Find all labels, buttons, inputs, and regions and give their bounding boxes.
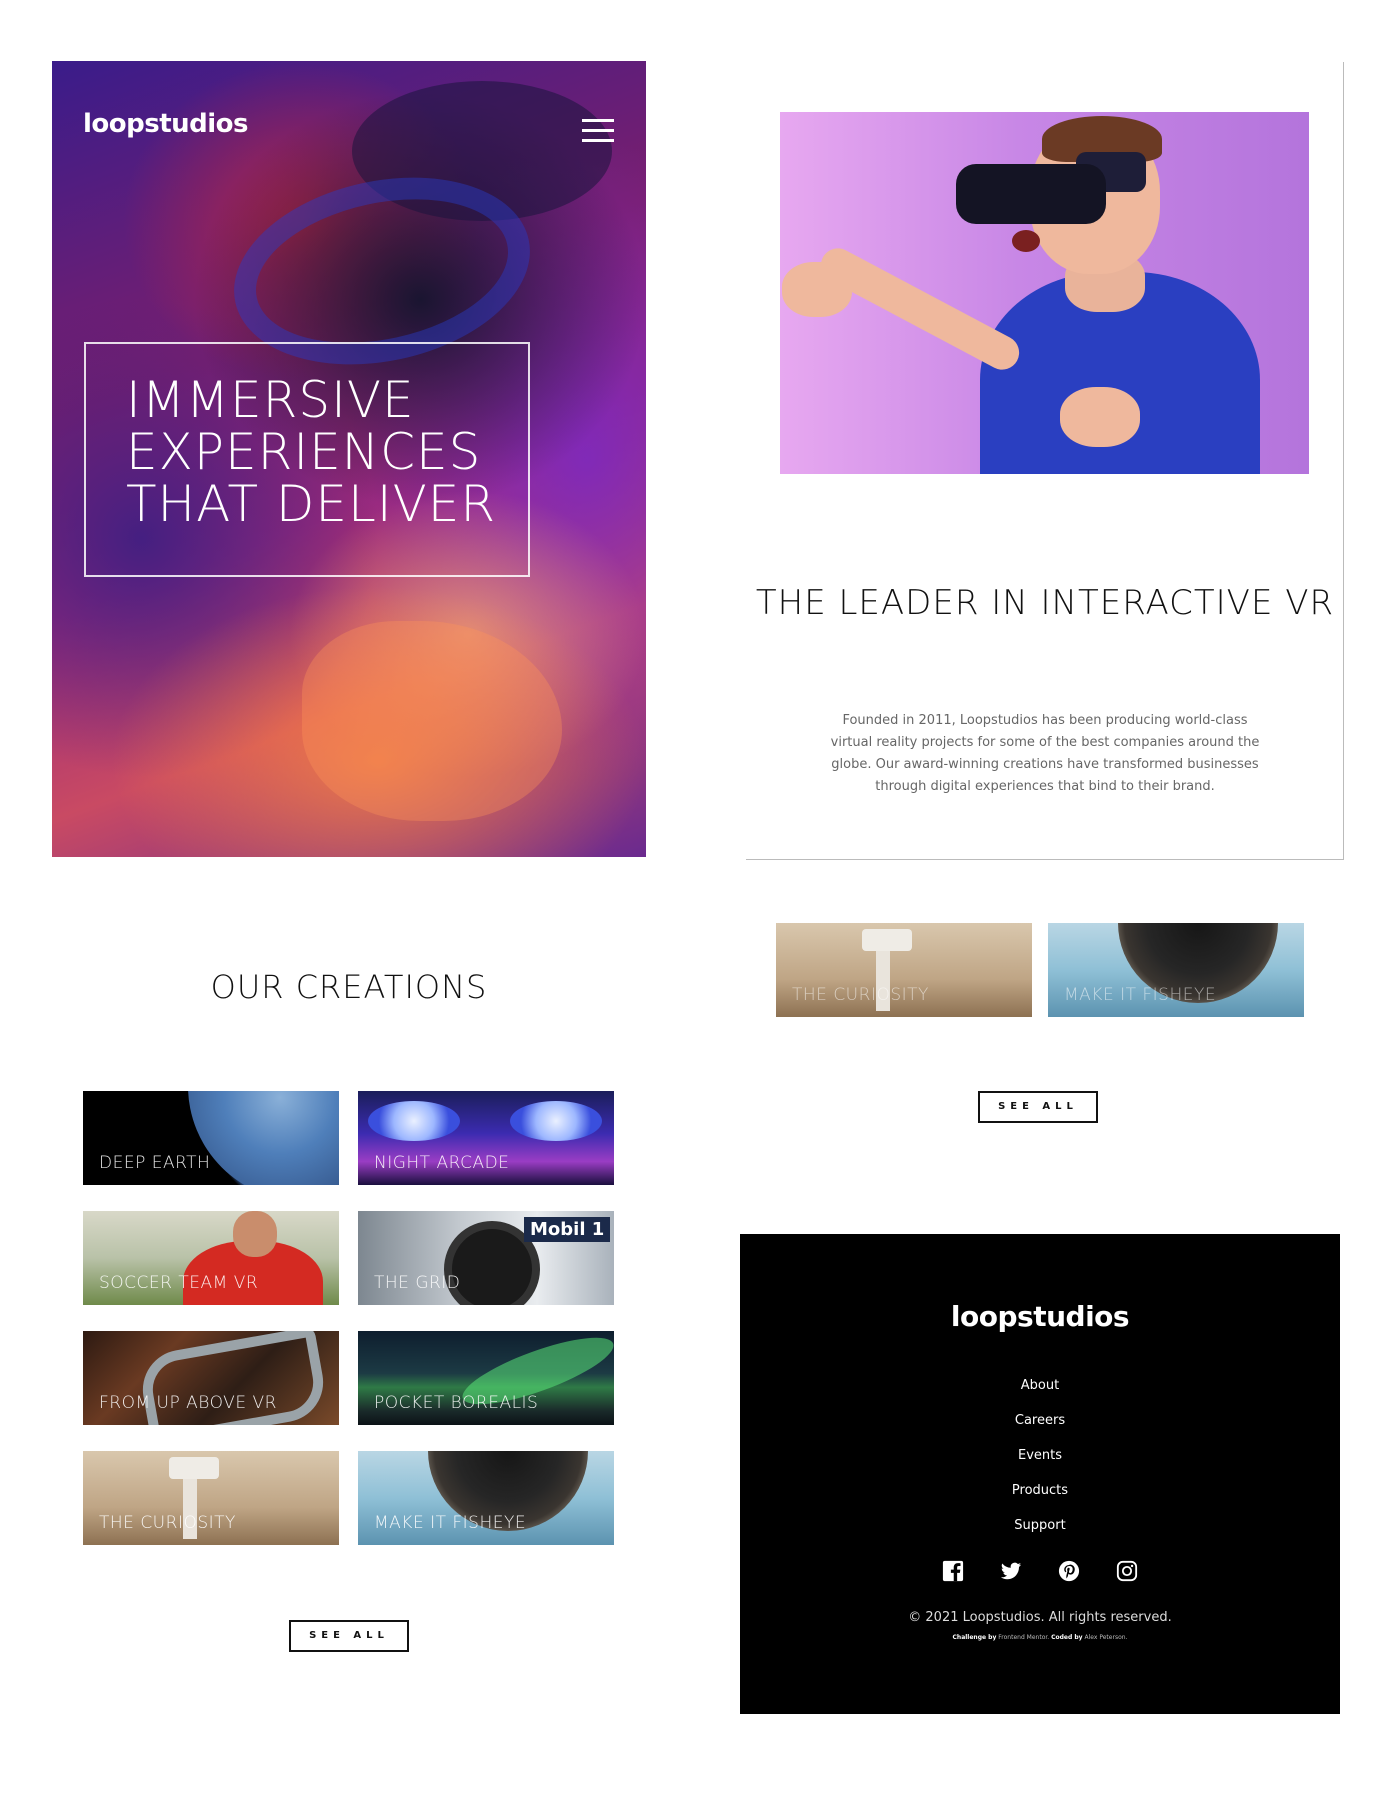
see-all-button[interactable]: SEE ALL xyxy=(289,1620,409,1652)
card-label: THE CURIOSITY xyxy=(792,985,929,1005)
creation-card-make-it-fisheye[interactable]: MAKE IT FISHEYE xyxy=(358,1451,614,1545)
footer-nav-about[interactable]: About xyxy=(740,1368,1340,1403)
creation-card-pocket-borealis[interactable]: POCKET BOREALIS xyxy=(358,1331,614,1425)
footer-nav-events[interactable]: Events xyxy=(740,1438,1340,1473)
preview-card-the-curiosity[interactable]: THE CURIOSITY xyxy=(776,923,1032,1017)
creation-card-the-curiosity[interactable]: THE CURIOSITY xyxy=(83,1451,339,1545)
credit-label: Coded by xyxy=(1051,1634,1083,1641)
hero-title-box: IMMERSIVE EXPERIENCES THAT DELIVER xyxy=(84,342,530,577)
preview-card-make-it-fisheye[interactable]: MAKE IT FISHEYE xyxy=(1048,923,1304,1017)
pinterest-icon[interactable] xyxy=(1058,1560,1080,1582)
card-label: MAKE IT FISHEYE xyxy=(374,1513,527,1533)
creation-card-soccer-team-vr[interactable]: SOCCER TEAM VR xyxy=(83,1211,339,1305)
creation-card-deep-earth[interactable]: DEEP EARTH xyxy=(83,1091,339,1185)
hero-section: loopstudios IMMERSIVE EXPERIENCES THAT D… xyxy=(52,61,646,857)
hamburger-menu-icon[interactable] xyxy=(582,119,614,143)
footer-nav-products[interactable]: Products xyxy=(740,1473,1340,1508)
vr-man-image xyxy=(780,112,1309,474)
hero-background-shape xyxy=(302,621,562,821)
card-label: SOCCER TEAM VR xyxy=(99,1273,259,1293)
footer: loopstudios About Careers Events Product… xyxy=(740,1234,1340,1714)
copyright-text: © 2021 Loopstudios. All rights reserved. xyxy=(908,1610,1172,1625)
creations-title: OUR CREATIONS xyxy=(210,968,488,1006)
credit-text: Challenge by Frontend Mentor. Coded by A… xyxy=(952,1634,1128,1641)
hero-title: IMMERSIVE EXPERIENCES THAT DELIVER xyxy=(126,371,497,533)
about-section: THE LEADER IN INTERACTIVE VR Founded in … xyxy=(746,62,1344,860)
twitter-icon[interactable] xyxy=(1000,1560,1022,1582)
see-all-button[interactable]: SEE ALL xyxy=(978,1091,1098,1123)
footer-nav-support[interactable]: Support xyxy=(740,1508,1340,1543)
social-links xyxy=(740,1560,1340,1582)
card-label: NIGHT ARCADE xyxy=(374,1153,510,1173)
card-label: FROM UP ABOVE VR xyxy=(99,1393,277,1413)
about-text: Founded in 2011, Loopstudios has been pr… xyxy=(830,713,1260,794)
creation-card-the-grid[interactable]: THE GRID xyxy=(358,1211,614,1305)
about-title: THE LEADER IN INTERACTIVE VR xyxy=(755,583,1335,623)
author-link[interactable]: Alex Peterson xyxy=(1085,1634,1126,1641)
credit-label: Challenge by xyxy=(952,1634,997,1641)
frontend-mentor-link[interactable]: Frontend Mentor xyxy=(998,1634,1047,1641)
footer-logo[interactable]: loopstudios xyxy=(740,1300,1340,1333)
site-logo[interactable]: loopstudios xyxy=(83,109,249,139)
card-label: THE GRID xyxy=(374,1273,461,1293)
footer-nav-careers[interactable]: Careers xyxy=(740,1403,1340,1438)
card-label: DEEP EARTH xyxy=(99,1153,211,1173)
card-label: MAKE IT FISHEYE xyxy=(1064,985,1217,1005)
creation-card-night-arcade[interactable]: NIGHT ARCADE xyxy=(358,1091,614,1185)
creation-card-from-up-above-vr[interactable]: FROM UP ABOVE VR xyxy=(83,1331,339,1425)
footer-nav: About Careers Events Products Support xyxy=(740,1368,1340,1543)
card-label: POCKET BOREALIS xyxy=(374,1393,539,1413)
instagram-icon[interactable] xyxy=(1116,1560,1138,1582)
facebook-icon[interactable] xyxy=(942,1560,964,1582)
card-label: THE CURIOSITY xyxy=(99,1513,236,1533)
